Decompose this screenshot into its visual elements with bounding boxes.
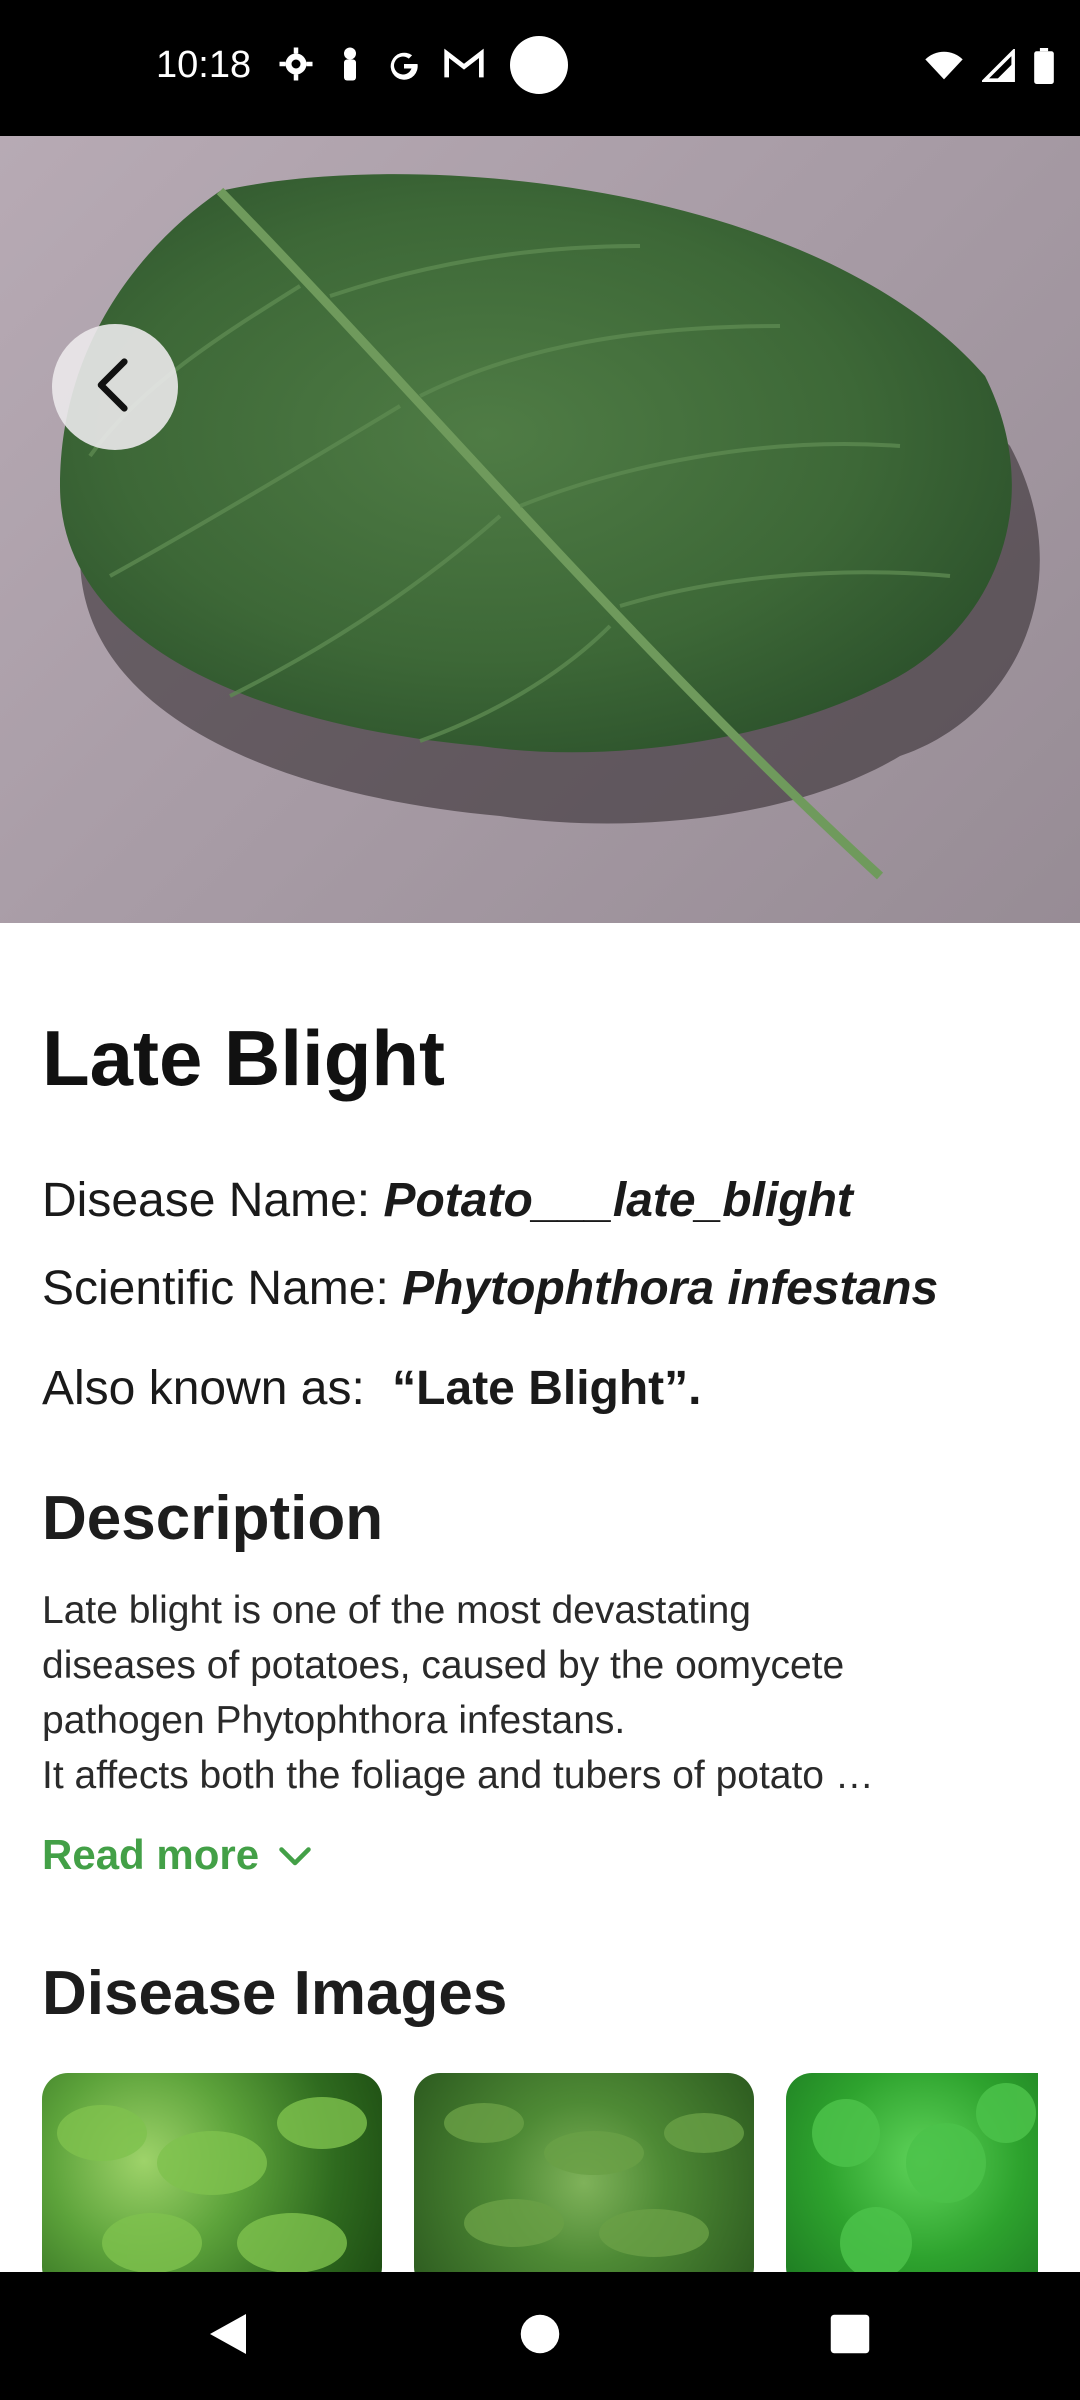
battery-icon (1034, 48, 1054, 89)
chevron-left-icon (90, 357, 140, 418)
nav-home-button[interactable] (508, 2304, 572, 2368)
also-known-row: Also known as: “Late Blight”. (42, 1361, 702, 1416)
chevron-down-icon (277, 1831, 313, 1879)
disease-images-heading: Disease Images (42, 1959, 508, 2028)
person-icon (336, 46, 364, 87)
gmail-icon (444, 48, 484, 85)
description-line: Late blight is one of the most devastati… (42, 1589, 751, 1632)
leaf-thumbnail-1[interactable] (42, 2073, 382, 2273)
potato-leaf-image (0, 136, 1080, 923)
disease-name-row: Disease Name: Potato___late_blight (42, 1173, 853, 1228)
description-line: It affects both the foliage and tubers o… (42, 1754, 874, 1797)
status-bar: 10:18 (0, 0, 1080, 136)
read-more-label: Read more (42, 1831, 260, 1878)
leaf-thumbnail-3[interactable] (786, 2073, 1038, 2273)
page-title: Late Blight (42, 1014, 445, 1102)
notification-dot (510, 36, 568, 94)
leaf-pattern (444, 2103, 744, 2257)
status-left-icons (278, 46, 484, 87)
system-nav-bar (0, 2272, 1080, 2400)
disease-name-value: Potato___late_blight (383, 1174, 853, 1227)
wifi-icon (924, 50, 964, 87)
leaf-pattern (57, 2097, 367, 2273)
scientific-name-row: Scientific Name: Phytophthora infestans (42, 1261, 938, 1316)
read-more-button[interactable]: Read more (42, 1831, 313, 1879)
scientific-name-label: Scientific Name: (42, 1262, 389, 1315)
leaf-thumbnail-2[interactable] (414, 2073, 754, 2273)
disease-images-carousel[interactable] (42, 2073, 1038, 2273)
nav-recents-button[interactable] (818, 2304, 882, 2368)
description-text: Late blight is one of the most devastati… (42, 1583, 1042, 1803)
status-time: 10:18 (156, 44, 252, 86)
home-circle-icon (519, 2313, 561, 2360)
also-known-value: “Late Blight”. (392, 1362, 702, 1415)
description-line: pathogen Phytophthora infestans. (42, 1699, 626, 1742)
disease-name-label: Disease Name: (42, 1174, 371, 1227)
back-button[interactable] (52, 324, 178, 450)
status-right-icons (924, 47, 1054, 89)
back-triangle-icon (206, 2310, 250, 2363)
scientific-name-value: Phytophthora infestans (402, 1262, 939, 1315)
gear-icon (278, 46, 314, 87)
nav-back-button[interactable] (196, 2304, 260, 2368)
description-line: diseases of potatoes, caused by the oomy… (42, 1644, 845, 1687)
description-heading: Description (42, 1484, 384, 1553)
google-icon (386, 46, 422, 87)
leaf-illustration (60, 174, 1040, 880)
also-known-label: Also known as: (42, 1362, 365, 1415)
recents-square-icon (829, 2313, 871, 2360)
signal-icon (980, 47, 1016, 88)
leaf-pattern (812, 2083, 1036, 2273)
